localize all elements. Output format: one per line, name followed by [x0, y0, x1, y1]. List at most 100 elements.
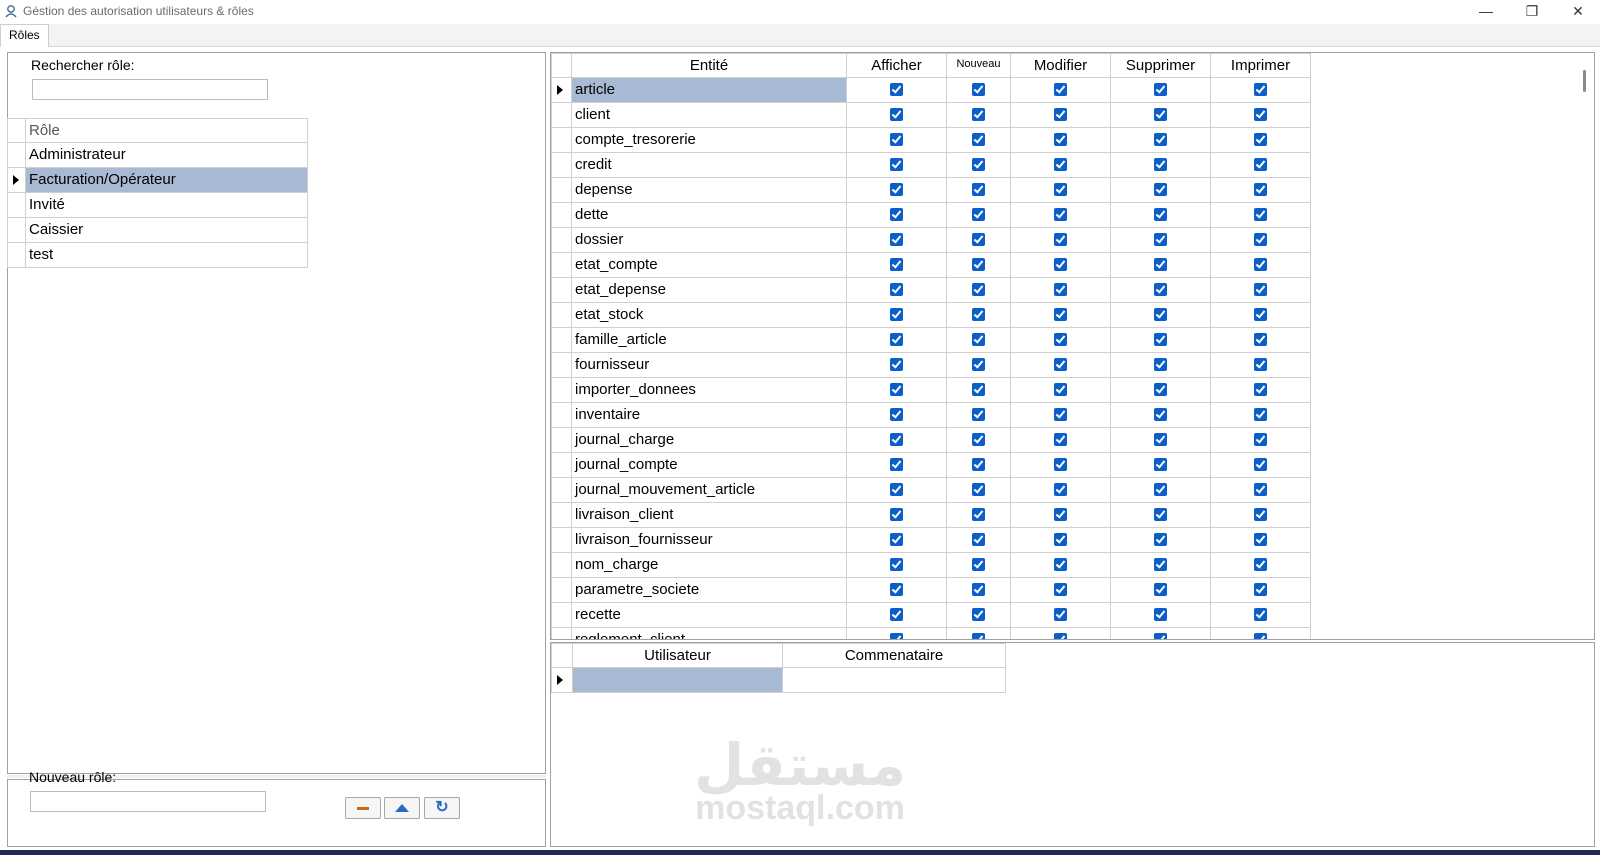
entity-cell[interactable]: credit [572, 153, 847, 178]
afficher-checkbox[interactable] [889, 633, 903, 639]
entity-cell[interactable]: inventaire [572, 403, 847, 428]
afficher-checkbox[interactable] [889, 208, 903, 221]
supprimer-checkbox[interactable] [1153, 583, 1167, 596]
nouveau-checkbox[interactable] [971, 333, 985, 346]
role-cell[interactable]: Caissier [26, 218, 308, 243]
supprimer-checkbox[interactable] [1153, 558, 1167, 571]
role-cell[interactable]: Facturation/Opérateur [26, 168, 308, 193]
close-button[interactable]: ✕ [1555, 0, 1600, 24]
table-row[interactable]: nom_charge [551, 553, 1311, 578]
row-header[interactable] [551, 603, 572, 628]
afficher-checkbox[interactable] [889, 358, 903, 371]
modifier-checkbox[interactable] [1053, 133, 1067, 146]
modifier-checkbox[interactable] [1053, 158, 1067, 171]
column-header-modifier[interactable]: Modifier [1011, 53, 1111, 78]
afficher-checkbox[interactable] [889, 283, 903, 296]
imprimer-checkbox[interactable] [1253, 383, 1267, 396]
row-header[interactable] [551, 203, 572, 228]
afficher-checkbox[interactable] [889, 583, 903, 596]
modifier-checkbox[interactable] [1053, 608, 1067, 621]
entity-cell[interactable]: nom_charge [572, 553, 847, 578]
table-row[interactable]: dette [551, 203, 1311, 228]
nouveau-checkbox[interactable] [971, 358, 985, 371]
imprimer-checkbox[interactable] [1253, 533, 1267, 546]
maximize-button[interactable]: ❐ [1509, 0, 1555, 24]
modifier-checkbox[interactable] [1053, 533, 1067, 546]
afficher-checkbox[interactable] [889, 533, 903, 546]
supprimer-checkbox[interactable] [1153, 433, 1167, 446]
nouveau-checkbox[interactable] [971, 408, 985, 421]
supprimer-checkbox[interactable] [1153, 458, 1167, 471]
scrollbar-thumb[interactable] [1583, 70, 1586, 92]
modifier-checkbox[interactable] [1053, 633, 1067, 639]
imprimer-checkbox[interactable] [1253, 433, 1267, 446]
afficher-checkbox[interactable] [889, 408, 903, 421]
entity-cell[interactable]: fournisseur [572, 353, 847, 378]
table-row[interactable]: depense [551, 178, 1311, 203]
modifier-checkbox[interactable] [1053, 183, 1067, 196]
imprimer-checkbox[interactable] [1253, 633, 1267, 639]
table-row[interactable]: fournisseur [551, 353, 1311, 378]
table-row[interactable]: etat_depense [551, 278, 1311, 303]
entity-cell[interactable]: journal_mouvement_article [572, 478, 847, 503]
column-header-supprimer[interactable]: Supprimer [1111, 53, 1211, 78]
imprimer-checkbox[interactable] [1253, 483, 1267, 496]
imprimer-checkbox[interactable] [1253, 233, 1267, 246]
afficher-checkbox[interactable] [889, 133, 903, 146]
imprimer-checkbox[interactable] [1253, 508, 1267, 521]
row-header[interactable] [551, 253, 572, 278]
supprimer-checkbox[interactable] [1153, 108, 1167, 121]
imprimer-checkbox[interactable] [1253, 333, 1267, 346]
table-row[interactable]: inventaire [551, 403, 1311, 428]
row-header[interactable] [551, 553, 572, 578]
table-row[interactable]: livraison_client [551, 503, 1311, 528]
supprimer-checkbox[interactable] [1153, 483, 1167, 496]
role-cell[interactable]: Invité [26, 193, 308, 218]
supprimer-checkbox[interactable] [1153, 608, 1167, 621]
nouveau-checkbox[interactable] [971, 233, 985, 246]
entity-cell[interactable]: etat_depense [572, 278, 847, 303]
supprimer-checkbox[interactable] [1153, 158, 1167, 171]
imprimer-checkbox[interactable] [1253, 258, 1267, 271]
nouveau-checkbox[interactable] [971, 433, 985, 446]
imprimer-checkbox[interactable] [1253, 283, 1267, 296]
column-header-imprimer[interactable]: Imprimer [1211, 53, 1311, 78]
supprimer-checkbox[interactable] [1153, 533, 1167, 546]
afficher-checkbox[interactable] [889, 258, 903, 271]
row-header[interactable] [551, 153, 572, 178]
nouveau-checkbox[interactable] [971, 458, 985, 471]
minimize-button[interactable]: — [1463, 0, 1509, 24]
row-header[interactable] [7, 218, 26, 243]
modifier-checkbox[interactable] [1053, 333, 1067, 346]
nouveau-checkbox[interactable] [971, 83, 985, 96]
modifier-checkbox[interactable] [1053, 558, 1067, 571]
afficher-checkbox[interactable] [889, 158, 903, 171]
imprimer-checkbox[interactable] [1253, 183, 1267, 196]
column-header-nouveau[interactable]: Nouveau [947, 53, 1011, 78]
afficher-checkbox[interactable] [889, 433, 903, 446]
afficher-checkbox[interactable] [889, 508, 903, 521]
tab-roles[interactable]: Rôles [0, 24, 49, 47]
row-header[interactable] [551, 628, 572, 639]
table-row[interactable]: importer_donnees [551, 378, 1311, 403]
entity-cell[interactable]: livraison_client [572, 503, 847, 528]
afficher-checkbox[interactable] [889, 183, 903, 196]
new-role-input[interactable] [30, 791, 266, 812]
row-header[interactable] [551, 478, 572, 503]
entity-cell[interactable]: recette [572, 603, 847, 628]
user-cell[interactable] [573, 668, 783, 693]
imprimer-checkbox[interactable] [1253, 358, 1267, 371]
supprimer-checkbox[interactable] [1153, 208, 1167, 221]
modifier-checkbox[interactable] [1053, 233, 1067, 246]
row-header[interactable] [551, 328, 572, 353]
entity-cell[interactable]: livraison_fournisseur [572, 528, 847, 553]
table-row[interactable]: credit [551, 153, 1311, 178]
row-header[interactable] [7, 193, 26, 218]
table-row[interactable]: compte_tresorerie [551, 128, 1311, 153]
imprimer-checkbox[interactable] [1253, 83, 1267, 96]
afficher-checkbox[interactable] [889, 233, 903, 246]
modifier-checkbox[interactable] [1053, 358, 1067, 371]
entity-cell[interactable]: journal_charge [572, 428, 847, 453]
column-header-utilisateur[interactable]: Utilisateur [573, 643, 783, 668]
modifier-checkbox[interactable] [1053, 583, 1067, 596]
